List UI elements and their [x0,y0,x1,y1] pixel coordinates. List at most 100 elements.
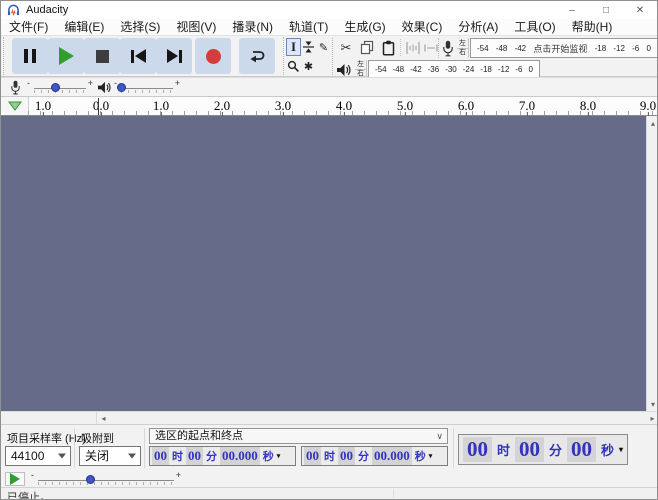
cut-button[interactable]: ✂ [336,38,356,57]
menu-bar: 文件(F) 编辑(E) 选择(S) 视图(V) 播录(N) 轨道(T) 生成(G… [1,19,657,35]
selection-toolbar: 项目采样率 (Hz) 吸附到 选区的起点和终点 ∨ 44100 关闭 00 时 … [1,424,657,471]
vertical-scrollbar[interactable]: ▴ ▾ [646,116,658,411]
selection-tool-icon: I [291,39,296,55]
menu-item-tools[interactable]: 工具(O) [506,19,563,35]
meter-tick-label: -54 [375,65,387,74]
time-segment-seconds[interactable]: 00.000 [372,447,412,465]
play-at-speed-button[interactable] [5,472,25,486]
slider-plus-label: + [176,470,181,480]
time-unit-seconds: 秒 [596,440,619,459]
draw-tool-button[interactable]: ✎ [316,38,331,56]
time-segment-minutes[interactable]: 00 [515,437,544,462]
meter-tick-label: -30 [445,65,457,74]
time-segment-minutes[interactable]: 00 [186,447,203,465]
play-at-speed-icon [10,473,20,485]
skip-to-start-button[interactable] [120,38,156,74]
playback-volume-thumb[interactable] [117,83,126,92]
copy-button[interactable] [357,38,377,57]
recording-meter[interactable]: 左 右 -54 -48 -42 点击开始监视 -18 -12 -6 0 [438,38,658,58]
time-unit-minutes: 分 [544,440,567,459]
time-unit-minutes: 分 [203,448,220,464]
maximize-button[interactable]: □ [589,1,623,19]
zoom-tool-button[interactable] [286,57,301,75]
skip-to-start-icon [131,49,146,63]
meter-tick-label: -42 [410,65,422,74]
record-button[interactable] [195,38,231,74]
play-button[interactable] [48,38,84,74]
monitor-hint-text[interactable]: 点击开始监视 [533,42,587,55]
menu-item-tracks[interactable]: 轨道(T) [281,19,336,35]
playback-volume-slider[interactable]: - + [114,79,180,96]
scroll-right-button[interactable]: ▸ [646,412,658,424]
time-format-dropdown-icon[interactable]: ▾ [429,452,433,460]
scroll-down-button[interactable]: ▾ [647,397,658,411]
recording-volume-thumb[interactable] [51,83,60,92]
selection-range-select[interactable]: 选区的起点和终点 ∨ [149,428,448,444]
close-button[interactable]: ✕ [623,1,657,19]
time-segment-minutes[interactable]: 00 [338,447,355,465]
menu-item-edit[interactable]: 编辑(E) [56,19,112,35]
minimize-button[interactable]: – [555,1,589,19]
combo-arrow-icon [58,454,66,459]
snap-to-value: 关闭 [85,449,109,463]
stop-button[interactable] [84,38,120,74]
recording-volume-slider[interactable]: - + [27,79,93,96]
project-rate-select[interactable]: 44100 [5,446,71,466]
menu-item-transport[interactable]: 播录(N) [224,19,281,35]
slider-minus-label: - [27,78,30,88]
meter-tick-label: -12 [498,65,510,74]
meter-tick-label: -36 [428,65,440,74]
chevron-down-icon: ∨ [436,429,443,443]
time-unit-hours: 时 [321,448,338,464]
envelope-tool-button[interactable] [301,38,316,56]
timeline-ruler[interactable]: 1.0 0.0 1.0 2.0 3.0 4.0 5.0 6.0 7.0 8.0 … [1,96,657,116]
selection-start-time-field[interactable]: 00 时 00 分 00.000 秒 ▾ [149,446,296,466]
audio-position-display[interactable]: 00 时 00 分 00 秒 ▾ [458,434,628,465]
time-segment-hours[interactable]: 00 [304,447,321,465]
menu-item-effect[interactable]: 效果(C) [394,19,451,35]
horizontal-scrollbar[interactable]: ◂ ▸ [1,411,657,424]
meter-tick-label: -12 [613,44,625,53]
menu-item-view[interactable]: 视图(V) [168,19,224,35]
scroll-left-icon: ◂ [101,414,105,423]
time-format-dropdown-icon[interactable]: ▾ [619,445,623,454]
recording-meter-scale[interactable]: -54 -48 -42 点击开始监视 -18 -12 -6 0 [470,38,658,58]
time-segment-seconds[interactable]: 00 [567,437,596,462]
pause-button[interactable] [12,38,48,74]
meter-tick-label: 0 [528,65,532,74]
play-speed-thumb[interactable] [86,475,95,484]
multi-tool-button[interactable]: ✱ [301,57,316,75]
time-unit-seconds: 秒 [412,448,429,464]
slider-minus-label: - [31,470,34,480]
meter-tick-label: 0 [646,44,650,53]
play-speed-slider[interactable]: - + [31,471,181,488]
time-segment-seconds[interactable]: 00.000 [220,447,260,465]
scroll-left-button[interactable]: ◂ [96,412,110,424]
track-canvas[interactable] [1,116,646,411]
paste-button[interactable] [378,38,398,57]
menu-item-file[interactable]: 文件(F) [1,19,56,35]
menu-item-analyze[interactable]: 分析(A) [450,19,506,35]
time-format-dropdown-icon[interactable]: ▾ [277,452,281,460]
pinned-play-head-toggle[interactable] [1,97,29,115]
trim-outside-selection-button[interactable] [403,38,423,57]
loop-button[interactable] [239,38,275,74]
scroll-up-button[interactable]: ▴ [647,116,658,130]
scroll-right-icon: ▸ [650,414,654,423]
selection-end-time-field[interactable]: 00 时 00 分 00.000 秒 ▾ [301,446,448,466]
skip-to-end-button[interactable] [156,38,192,74]
snap-to-select[interactable]: 关闭 [79,446,141,466]
selection-tool-button[interactable]: I [286,38,301,56]
toolbar-dock: I ✎ ✱ [1,35,657,77]
menu-item-help[interactable]: 帮助(H) [564,19,621,35]
draw-tool-icon: ✎ [319,41,328,54]
timeline-minor-ticks [28,111,657,115]
menu-item-select[interactable]: 选择(S) [112,19,168,35]
menu-item-generate[interactable]: 生成(G) [336,19,393,35]
meter-tick-label: -18 [480,65,492,74]
scroll-up-icon: ▴ [651,119,655,128]
time-segment-hours[interactable]: 00 [152,447,169,465]
meter-tick-label: -42 [515,44,527,53]
status-bar: 已停止。 [1,487,657,499]
time-segment-hours[interactable]: 00 [463,437,492,462]
